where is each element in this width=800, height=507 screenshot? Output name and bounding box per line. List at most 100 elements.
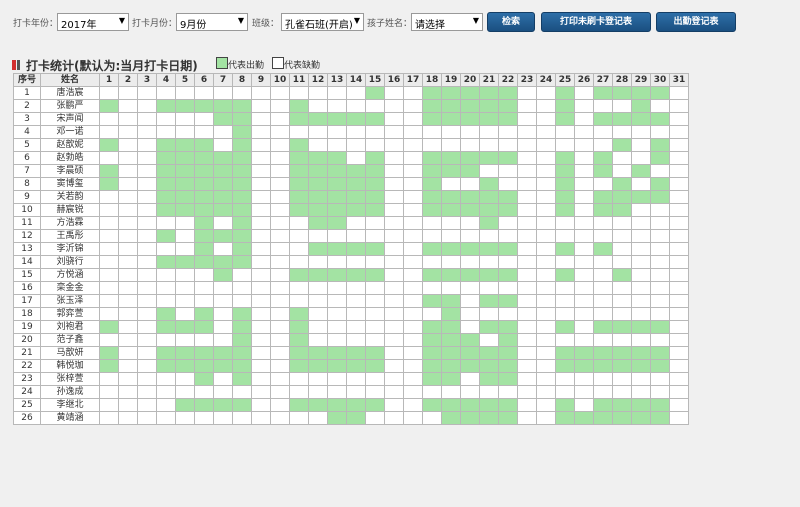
row-index: 17: [13, 294, 41, 308]
attendance-cell-present: [346, 164, 366, 178]
attendance-cell-absent: [118, 190, 138, 204]
attendance-cell-absent: [213, 411, 233, 425]
row-index: 18: [13, 307, 41, 321]
attendance-cell-absent: [327, 86, 347, 100]
attendance-cell-present: [460, 242, 480, 256]
attendance-cell-absent: [251, 307, 271, 321]
attendance-cell-present: [289, 190, 309, 204]
attendance-cell-absent: [612, 255, 632, 269]
day-header: 4: [156, 73, 176, 87]
attendance-cell-absent: [441, 229, 461, 243]
attendance-cell-absent: [137, 372, 157, 386]
attendance-cell-present: [289, 346, 309, 360]
attendance-cell-absent: [631, 125, 651, 139]
attendance-cell-present: [346, 177, 366, 191]
attendance-cell-present: [194, 99, 214, 113]
attendance-cell-absent: [574, 372, 594, 386]
attendance-cell-absent: [251, 86, 271, 100]
attendance-cell-absent: [137, 229, 157, 243]
attendance-cell-absent: [669, 86, 689, 100]
attendance-cell-absent: [346, 372, 366, 386]
attendance-cell-absent: [403, 138, 423, 152]
attendance-cell-absent: [593, 99, 613, 113]
attendance-cell-present: [194, 190, 214, 204]
attendance-cell-present: [99, 359, 119, 373]
attendance-cell-absent: [536, 190, 556, 204]
attendance-cell-absent: [517, 307, 537, 321]
attendance-cell-absent: [327, 138, 347, 152]
month-select[interactable]: 9月份 ▼: [176, 13, 248, 31]
attendance-cell-absent: [384, 86, 404, 100]
attendance-cell-absent: [194, 411, 214, 425]
attendance-cell-absent: [156, 372, 176, 386]
attendance-cell-present: [175, 138, 195, 152]
attendance-cell-present: [650, 138, 670, 152]
attendance-cell-absent: [251, 398, 271, 412]
attendance-cell-absent: [327, 372, 347, 386]
month-label: 打卡月份：: [132, 19, 178, 29]
attendance-cell-absent: [194, 385, 214, 399]
student-name: 关若韵: [40, 190, 100, 204]
attendance-cell-absent: [384, 138, 404, 152]
attendance-cell-absent: [175, 216, 195, 230]
table-row: 25 李继北: [13, 398, 689, 412]
attendance-cell-absent: [479, 255, 499, 269]
attendance-cell-absent: [251, 203, 271, 217]
attendance-cell-present: [232, 203, 252, 217]
attendance-cell-absent: [517, 333, 537, 347]
attendance-cell-present: [441, 242, 461, 256]
attendance-cell-present: [308, 164, 328, 178]
attendance-cell-present: [460, 112, 480, 126]
attendance-cell-present: [156, 359, 176, 373]
attendance-cell-present: [232, 177, 252, 191]
attendance-cell-present: [498, 294, 518, 308]
attendance-cell-present: [441, 307, 461, 321]
attendance-cell-absent: [251, 229, 271, 243]
attendance-cell-present: [441, 190, 461, 204]
attendance-cell-present: [175, 164, 195, 178]
print-unswiped-button[interactable]: 打印未刷卡登记表: [541, 12, 651, 32]
attendance-cell-absent: [137, 151, 157, 165]
attendance-cell-absent: [308, 99, 328, 113]
attendance-cell-present: [555, 268, 575, 282]
attendance-cell-absent: [384, 229, 404, 243]
attendance-cell-absent: [574, 268, 594, 282]
print-attendance-button[interactable]: 出勤登记表: [656, 12, 736, 32]
attendance-cell-present: [156, 164, 176, 178]
attendance-cell-absent: [270, 385, 290, 399]
attendance-cell-present: [327, 190, 347, 204]
attendance-cell-present: [327, 216, 347, 230]
attendance-cell-absent: [441, 138, 461, 152]
student-name: 赵勃皓: [40, 151, 100, 165]
attendance-cell-absent: [384, 99, 404, 113]
attendance-cell-absent: [479, 125, 499, 139]
table-row: 24 孙逸成: [13, 385, 689, 399]
attendance-cell-absent: [137, 320, 157, 334]
attendance-cell-absent: [137, 385, 157, 399]
child-select[interactable]: 请选择 ▼: [411, 13, 483, 31]
year-select[interactable]: 2017年 ▼: [57, 13, 129, 31]
attendance-cell-absent: [460, 281, 480, 295]
attendance-cell-present: [308, 359, 328, 373]
attendance-cell-absent: [574, 320, 594, 334]
attendance-cell-absent: [631, 242, 651, 256]
class-select[interactable]: 孔雀石班(开启) ▼: [281, 13, 364, 31]
attendance-cell-absent: [346, 281, 366, 295]
attendance-cell-present: [422, 294, 442, 308]
attendance-cell-absent: [213, 138, 233, 152]
day-header: 14: [346, 73, 366, 87]
attendance-cell-present: [555, 411, 575, 425]
attendance-cell-present: [175, 151, 195, 165]
title-marker-icon: [17, 60, 20, 70]
attendance-cell-absent: [270, 216, 290, 230]
attendance-cell-absent: [669, 333, 689, 347]
attendance-cell-present: [232, 346, 252, 360]
attendance-cell-present: [213, 164, 233, 178]
attendance-cell-absent: [99, 86, 119, 100]
attendance-cell-absent: [270, 320, 290, 334]
attendance-cell-absent: [384, 177, 404, 191]
attendance-cell-absent: [118, 151, 138, 165]
search-button[interactable]: 检索: [487, 12, 535, 32]
attendance-cell-absent: [536, 164, 556, 178]
attendance-cell-present: [612, 190, 632, 204]
